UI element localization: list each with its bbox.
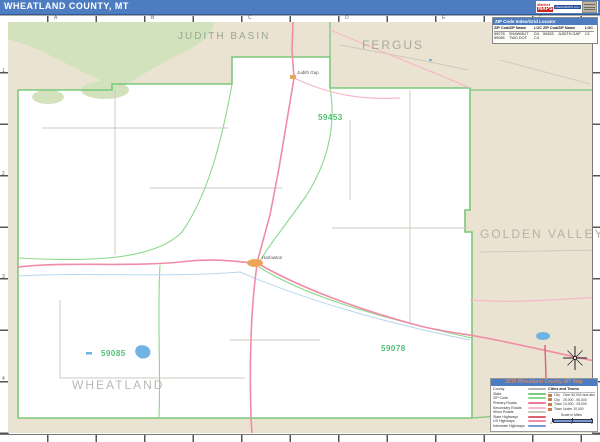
- city-symbol: [548, 403, 552, 406]
- scale-label: Scale in Miles: [548, 413, 595, 417]
- county-label-wheatland: WHEATLAND: [72, 378, 164, 392]
- county-label-judith-basin: JUDITH BASIN: [178, 31, 270, 42]
- state-highway: [545, 345, 546, 378]
- zip-cell: 59085: [494, 36, 509, 41]
- grid-col-label: C: [248, 15, 252, 21]
- town-label-judith-gap: Judith Gap: [297, 70, 319, 75]
- page-title: WHEATLAND COUNTY, MT: [4, 1, 129, 11]
- reservoir: [536, 332, 550, 340]
- legend-cities-section: Cities and Towns CityOver 50,000 and abo…: [546, 387, 595, 428]
- grid-col-label: B: [151, 15, 154, 21]
- legend-line-items: County State ZIP Code Primary Roads Seco…: [493, 387, 546, 428]
- grid-col-label: D: [345, 15, 349, 21]
- logo-badge-icon: [582, 1, 597, 13]
- zip-code-index-table: ZIP Code Index/Grid Locator ZIP Code ZIP…: [492, 17, 598, 44]
- grid-col-label: A: [54, 15, 57, 21]
- city-class-row: TownUnder 10,000: [548, 407, 595, 412]
- city-symbol: [548, 398, 552, 401]
- grid-row-label: 4: [2, 376, 5, 382]
- minor-road-swatch: [528, 411, 546, 413]
- grid-col-label: E: [442, 15, 445, 21]
- grid-row-label: 3: [2, 274, 5, 280]
- zip-cell: [543, 36, 558, 41]
- us-highway-swatch: [528, 420, 546, 422]
- grid-ruler-bottom: [0, 434, 600, 442]
- pond: [86, 352, 92, 355]
- loc-cell: C4: [534, 36, 543, 41]
- county-map-page: WHEATLAND COUNTY, MT Market MAPS MarketM…: [0, 0, 600, 442]
- forest-area: [32, 90, 64, 104]
- zip-label-59085: 59085: [101, 349, 126, 358]
- county-label-fergus: FERGUS: [362, 38, 424, 52]
- zip-label-59453: 59453: [318, 113, 343, 122]
- secondary-road-swatch: [528, 407, 546, 409]
- pond: [429, 59, 432, 61]
- interstate-swatch: [528, 425, 546, 427]
- title-bar: WHEATLAND COUNTY, MT Market MAPS MarketM…: [0, 0, 600, 15]
- loc-cell: [585, 36, 594, 41]
- scale-bar-section: Scale in Miles 0 4 8: [548, 413, 595, 426]
- city-symbol: [548, 394, 552, 397]
- grid-row-label: 2: [2, 171, 5, 177]
- map-legend: 2015 Wheatland County, MT Map County Sta…: [490, 378, 598, 432]
- marketmaps-logo: Market MAPS MarketMAPS.com: [536, 1, 598, 13]
- zip-name-cell: TWO DOT: [509, 36, 534, 41]
- state-line-swatch: [528, 393, 546, 395]
- city-class-row: CityOver 50,000 and above: [548, 393, 595, 398]
- logo-wordmark: Market MAPS: [537, 3, 553, 12]
- scale-bar: [552, 418, 592, 422]
- legend-item-interstate-highways: Interstate Highways: [493, 424, 546, 429]
- zip-index-grid: ZIP Code ZIP Name LOC ZIP Code ZIP Name …: [493, 25, 597, 43]
- judith-gap-urban-area: [290, 75, 296, 79]
- city-symbol: [548, 408, 552, 411]
- wheatland-county-area: [18, 57, 472, 418]
- zip-line-swatch: [528, 397, 546, 399]
- grid-row-label: 1: [2, 68, 5, 74]
- zip-name-cell: [558, 36, 585, 41]
- legend-title: 2015 Wheatland County, MT Map: [491, 379, 597, 386]
- county-line-swatch: [528, 388, 546, 390]
- state-highway-swatch: [528, 416, 546, 418]
- logo-text-bottom: MAPS: [537, 7, 553, 12]
- zip-label-59078: 59078: [381, 344, 406, 353]
- primary-road-swatch: [528, 402, 546, 404]
- county-label-golden-valley: GOLDEN VALLEY: [480, 227, 600, 241]
- logo-tagline: MarketMAPS.com: [554, 5, 580, 9]
- zip-index-header: ZIP Code Index/Grid Locator: [493, 18, 597, 25]
- harlowton-urban-area: [247, 259, 263, 267]
- town-label-harlowton: Harlowton: [262, 255, 282, 260]
